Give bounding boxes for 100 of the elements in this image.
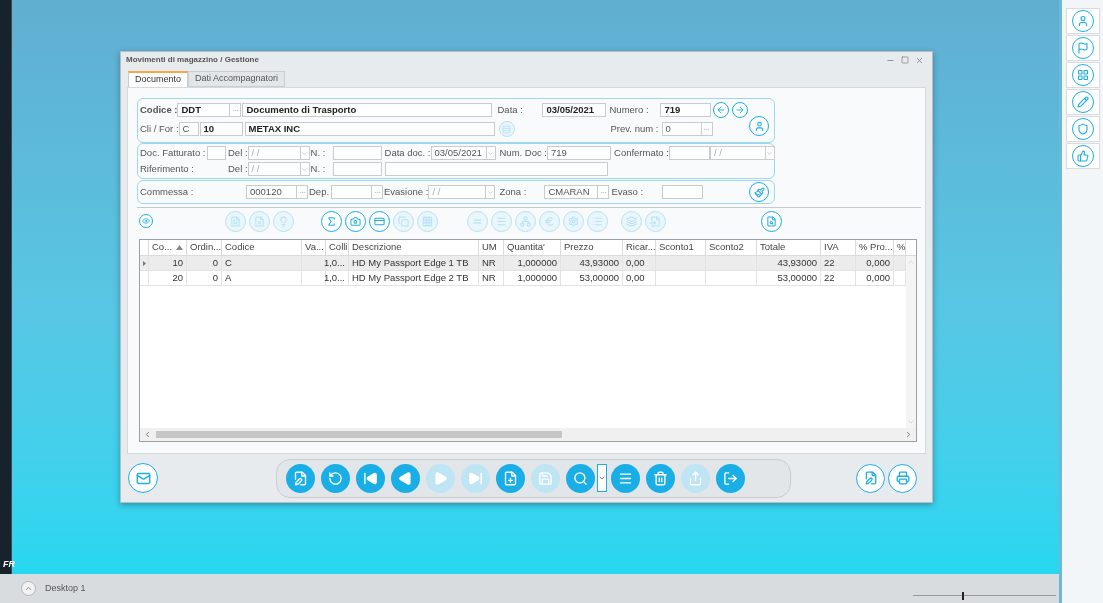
pencil-button[interactable] [1071,91,1094,113]
input-field[interactable] [662,185,704,199]
last-record-icon [468,470,483,486]
brush-button[interactable] [749,182,769,202]
ellipsis-button[interactable] [701,122,713,136]
list-icon [592,215,603,227]
sum-button[interactable] [321,210,342,232]
column-header[interactable]: IVA [821,240,856,255]
column-header[interactable]: % [894,240,906,255]
input-field[interactable]: METAX INC [244,122,495,136]
column-header[interactable]: Co... [149,240,187,255]
delete-button[interactable] [646,463,675,493]
field-label: Evasione : [383,184,429,199]
dropdown-button[interactable] [486,146,496,161]
input-field[interactable]: DDT [177,103,231,117]
input-field[interactable]: C [178,122,199,136]
undo-button[interactable] [321,463,350,493]
search-options-dropdown[interactable] [597,464,607,492]
column-header[interactable]: Sconto2 [706,240,757,255]
column-header[interactable]: Codice [222,240,302,255]
input-field[interactable]: CMARAN [544,185,599,199]
user-button[interactable] [1071,10,1094,32]
column-header[interactable]: % Pro... [856,240,894,255]
first-record-button[interactable] [356,463,385,493]
search-button[interactable] [566,463,595,493]
dropdown-button[interactable] [300,162,310,177]
tab[interactable]: Documento [128,71,189,87]
column-header[interactable]: Colli [326,240,349,255]
taskbar-up-button[interactable] [21,581,36,596]
card-button[interactable] [369,210,390,232]
column-header[interactable]: Quantita' [504,240,561,255]
table-cell: 10 [172,256,183,270]
tab[interactable]: Dati Accompagnatori [188,71,286,87]
column-header[interactable]: Sconto1 [656,240,706,255]
mail-button[interactable] [128,463,158,493]
input-field[interactable] [332,162,382,177]
user-button[interactable] [749,116,769,136]
horizontal-scrollbar[interactable] [140,428,916,441]
flag-button[interactable] [1071,37,1094,59]
column-header[interactable]: Ordin... [187,240,222,255]
input-field[interactable]: 719 [547,146,611,161]
ellipsis-button[interactable] [598,185,610,199]
scroll-up-icon[interactable] [907,258,915,266]
column-header[interactable]: Totale [757,240,821,255]
next-icon [735,105,746,115]
scroll-down-icon[interactable] [907,418,915,426]
save-icon [538,470,553,486]
column-header[interactable]: Prezzo [561,240,623,255]
previous-button[interactable] [713,102,730,118]
document-search-button[interactable] [761,210,782,232]
maximize-icon[interactable] [901,55,909,64]
list-button[interactable] [498,121,515,137]
edit-document-button[interactable] [286,463,315,493]
new-document-button[interactable] [496,463,525,493]
slider-thumb[interactable] [961,591,964,600]
dropdown-button[interactable] [300,146,310,161]
thumbs-up-button[interactable] [1071,145,1094,167]
input-field[interactable] [207,146,226,161]
table-row[interactable]: 20 0 A 1,0... HD My Passport Edge 2 TB NR 1,000000 53,00000 0,00 53,00000 22 0,000 [140,271,906,286]
edit-document-button[interactable] [856,463,885,493]
view-button[interactable] [139,214,153,228]
column-header[interactable]: Ricar... [623,240,656,255]
scroll-right-icon[interactable] [904,430,913,439]
input-field[interactable] [668,146,710,161]
input-field[interactable]: 000120 [246,185,297,199]
list-button[interactable] [611,463,640,493]
ellipsis-button[interactable] [297,185,308,199]
ellipsis-button[interactable] [230,103,242,117]
input-field[interactable]: 10 [199,122,243,136]
input-field[interactable]: 0 [661,122,702,136]
close-icon[interactable] [915,55,924,65]
scroll-left-icon[interactable] [143,430,152,439]
input-field[interactable] [332,146,382,161]
input-field[interactable]: Documento di Trasporto [242,103,493,117]
column-header[interactable]: Descrizione [349,240,479,255]
dropdown-button[interactable] [765,146,775,161]
input-field[interactable] [384,162,608,177]
print-button[interactable] [888,463,917,493]
column-header[interactable]: UM [479,240,504,255]
vertical-scrollbar[interactable] [906,256,916,428]
zoom-slider[interactable] [913,594,1056,601]
desktop-label: Desktop 1 [45,581,86,595]
table-cell: 0,00 [626,256,645,270]
next-button[interactable] [732,102,749,118]
exit-button[interactable] [716,463,745,493]
input-field[interactable]: 03/05/2021 [430,146,487,161]
dropdown-button[interactable] [486,185,496,199]
grid-button[interactable] [1071,64,1094,86]
input-field[interactable]: 719 [660,103,712,117]
camera-button[interactable] [345,210,366,232]
brush-icon [753,186,765,198]
input-field[interactable]: 03/05/2021 [542,103,607,117]
lightbulb-icon [278,215,289,227]
table-row[interactable]: 10 0 C 1,0... HD My Passport Edge 1 TB NR 1,000000 43,93000 0,00 43,93000 22 0,000 [140,256,906,271]
previous-record-button[interactable] [391,463,420,493]
ellipsis-button[interactable] [372,185,383,199]
scrollbar-thumb[interactable] [156,431,562,438]
column-header[interactable]: Va... [302,240,326,255]
shield-button[interactable] [1071,118,1094,140]
input-field[interactable] [331,185,372,199]
